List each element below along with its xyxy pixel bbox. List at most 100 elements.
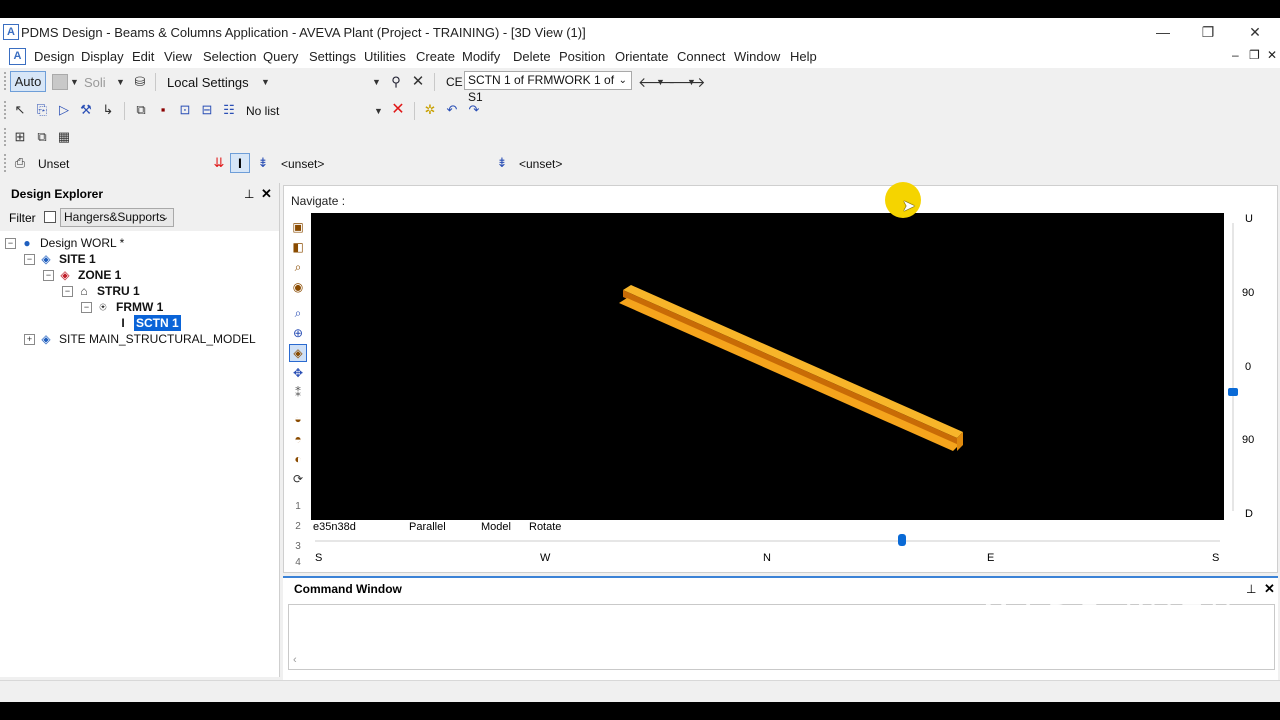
play-icon[interactable]: ▷ xyxy=(56,102,72,118)
filter-checkbox[interactable] xyxy=(44,211,56,223)
mdi-minimize-button[interactable]: – xyxy=(1232,48,1239,62)
walk-icon[interactable]: ⁑ xyxy=(289,384,307,402)
bearing-thumb[interactable] xyxy=(898,534,906,546)
properties-icon[interactable]: ⎙ xyxy=(12,155,28,171)
elevation-slider[interactable]: U 90 0 90 D xyxy=(1228,213,1270,523)
collapse-icon[interactable]: − xyxy=(81,302,92,313)
menu-window[interactable]: Window xyxy=(734,49,780,64)
close-icon[interactable]: ✕ xyxy=(261,186,272,202)
clear-icon[interactable]: ✕ xyxy=(410,74,426,90)
minimize-button[interactable]: — xyxy=(1148,21,1178,43)
model-view-2-icon[interactable]: ◓ xyxy=(289,430,307,448)
menu-display[interactable]: Display xyxy=(81,49,124,64)
mdi-close-button[interactable]: ✕ xyxy=(1267,48,1277,62)
undo-icon[interactable]: ↶ xyxy=(444,102,460,118)
bearing-slider-track[interactable] xyxy=(315,540,1220,542)
unset-value-1[interactable]: <unset> xyxy=(281,157,324,171)
menu-settings[interactable]: Settings xyxy=(309,49,356,64)
pin-icon[interactable]: ⊥ xyxy=(244,187,254,201)
delete-icon[interactable]: ✕ xyxy=(390,102,406,118)
model-view-icon[interactable]: ◒ xyxy=(289,410,307,428)
collapse-icon[interactable]: − xyxy=(43,270,54,281)
save-icon[interactable]: ▪ xyxy=(155,102,171,118)
list-combo[interactable]: No list xyxy=(246,104,279,118)
graphics-pick-icon[interactable]: ⎘ xyxy=(34,102,50,118)
forward-dropdown-icon[interactable]: ▼ xyxy=(687,77,696,87)
menu-create[interactable]: Create xyxy=(416,49,455,64)
menu-modify[interactable]: Modify xyxy=(462,49,500,64)
scroll-left-icon[interactable]: ‹ xyxy=(293,654,297,666)
grid-icon[interactable]: ▦ xyxy=(56,129,72,145)
text-cursor-icon[interactable]: I xyxy=(230,153,250,173)
tool-icon[interactable]: ↳ xyxy=(100,102,116,118)
window-2-icon[interactable]: ⊟ xyxy=(199,102,215,118)
saved-view-4-icon[interactable]: 4 xyxy=(289,554,307,572)
saved-view-2-icon[interactable]: 2 xyxy=(289,518,307,536)
collapse-icon[interactable]: − xyxy=(24,254,35,265)
zoom-in-icon[interactable]: ⊕ xyxy=(289,324,307,342)
tree-item-site-main[interactable]: + ◈ SITE MAIN_STRUCTURAL_MODEL xyxy=(24,331,274,347)
menu-design[interactable]: Design xyxy=(34,49,74,64)
unset-field[interactable]: Unset xyxy=(38,157,69,171)
restore-button[interactable]: ❐ xyxy=(1193,21,1223,43)
menu-connect[interactable]: Connect xyxy=(677,49,725,64)
3d-viewport[interactable] xyxy=(311,213,1224,520)
menu-view[interactable]: View xyxy=(164,49,192,64)
app-menu-icon[interactable]: A xyxy=(9,48,26,65)
window-icon[interactable]: ⊡ xyxy=(177,102,193,118)
view-box-icon[interactable]: ▣ xyxy=(289,218,307,236)
joint-line-icon[interactable]: ⇟ xyxy=(494,155,510,171)
list-dropdown-icon[interactable]: ▼ xyxy=(374,106,383,116)
close-button[interactable]: ✕ xyxy=(1240,21,1270,43)
graphic-select-icon[interactable]: ⚒ xyxy=(78,102,94,118)
section-view-icon[interactable]: ◐ xyxy=(289,450,307,468)
binoculars-icon[interactable]: ⚲ xyxy=(388,74,404,90)
settings-dropdown-icon[interactable]: ▼ xyxy=(372,77,381,87)
refresh-icon[interactable]: ⟳ xyxy=(289,470,307,488)
expand-icon[interactable]: + xyxy=(24,334,35,345)
menu-utilities[interactable]: Utilities xyxy=(364,49,406,64)
close-icon[interactable]: ✕ xyxy=(1264,581,1275,597)
tree-item-stru-1[interactable]: − ⌂ STRU 1 xyxy=(62,283,272,299)
redo-icon[interactable]: ↷ xyxy=(466,102,482,118)
copy-icon[interactable]: ⧉ xyxy=(133,102,149,118)
menu-delete[interactable]: Delete xyxy=(513,49,551,64)
pan-icon[interactable]: ✥ xyxy=(289,364,307,382)
menu-edit[interactable]: Edit xyxy=(132,49,154,64)
color-dropdown-icon[interactable]: ▼ xyxy=(70,77,79,87)
zoom-icon[interactable]: ⌕ xyxy=(289,304,307,322)
solid-combo[interactable]: Soli xyxy=(84,75,106,90)
pointer-icon[interactable]: ↖ xyxy=(12,102,28,118)
view-limits-icon[interactable]: ◉ xyxy=(289,278,307,296)
back-arrow-icon[interactable]: 🡐 xyxy=(638,74,676,90)
auto-toggle-button[interactable]: Auto xyxy=(10,71,46,92)
unset-value-2[interactable]: <unset> xyxy=(519,157,562,171)
menu-selection[interactable]: Selection xyxy=(203,49,256,64)
frame-icon[interactable]: ⊞ xyxy=(12,129,28,145)
list-icon[interactable]: ☷ xyxy=(221,102,237,118)
tree-item-site-1[interactable]: − ◈ SITE 1 xyxy=(24,251,274,267)
menu-position[interactable]: Position xyxy=(559,49,605,64)
tree-item-sctn-1[interactable]: I SCTN 1 xyxy=(116,314,266,332)
member-line-icon[interactable]: ⇟ xyxy=(255,155,271,171)
elevation-thumb[interactable] xyxy=(1228,388,1238,396)
menu-help[interactable]: Help xyxy=(790,49,817,64)
zoom-window-icon[interactable]: ⌕ xyxy=(289,258,307,276)
beam-graphic[interactable] xyxy=(311,213,1224,520)
forward-arrow-icon[interactable]: 🡒 xyxy=(668,74,706,90)
mdi-restore-button[interactable]: ❐ xyxy=(1249,48,1260,62)
tree-item-frmw-1[interactable]: − ⍟ FRMW 1 xyxy=(81,299,271,315)
menu-query[interactable]: Query xyxy=(263,49,298,64)
color-swatch[interactable] xyxy=(52,74,68,90)
tree-item-design-world[interactable]: − ● Design WORL * xyxy=(5,235,275,251)
current-element-combo[interactable]: SCTN 1 of FRMWORK 1 of S1 ⌄ xyxy=(464,71,632,104)
justification-icon[interactable]: ⇊ xyxy=(211,155,227,171)
local-settings-combo[interactable]: Local Settings xyxy=(167,75,249,90)
filter-combo[interactable]: Hangers&Supports ⌄ xyxy=(60,208,174,227)
database-icon[interactable]: ⛁ xyxy=(132,74,148,90)
back-dropdown-icon[interactable]: ▼ xyxy=(656,77,665,87)
saved-view-1-icon[interactable]: 1 xyxy=(289,498,307,516)
tree-item-zone-1[interactable]: − ◈ ZONE 1 xyxy=(43,267,273,283)
collapse-icon[interactable]: − xyxy=(5,238,16,249)
solid-dropdown-icon[interactable]: ▼ xyxy=(116,77,125,87)
